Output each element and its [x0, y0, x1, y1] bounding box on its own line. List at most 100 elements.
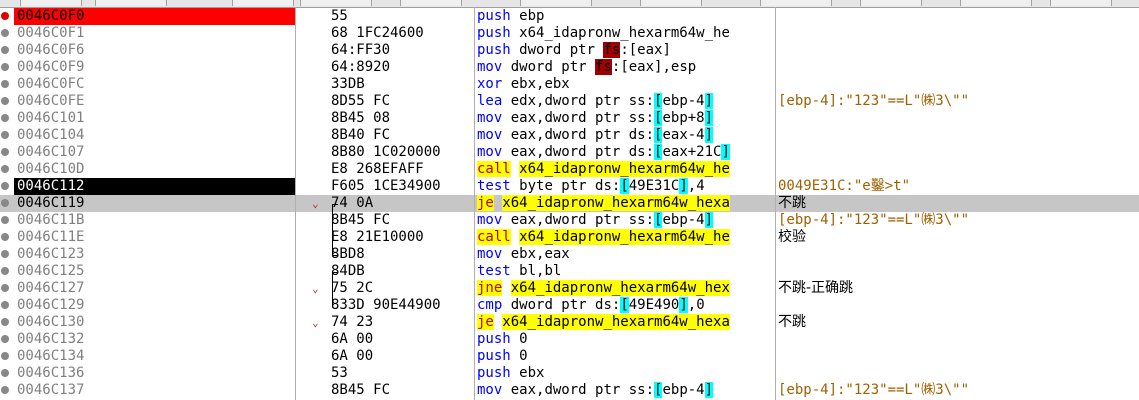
operand: eax,dword ptr ss:: [510, 382, 655, 398]
bytes-cell: 8B45 08: [331, 110, 391, 126]
breakpoint-gutter[interactable]: [0, 195, 14, 212]
operand: ebp-4: [662, 93, 705, 109]
breakpoint-gutter[interactable]: [0, 297, 14, 314]
breakpoint-dot-icon[interactable]: [1, 165, 9, 173]
breakpoint-dot-icon[interactable]: [1, 267, 9, 275]
breakpoint-gutter[interactable]: [0, 25, 14, 42]
breakpoint-dot-icon[interactable]: [1, 182, 9, 190]
mnemonic: push: [477, 331, 511, 347]
bytes-cell: 6A 00: [331, 331, 374, 347]
disassembly-view[interactable]: 0046C0F0 55 push ebp 0046C0F1 68 1FC24600 pus…: [0, 0, 1139, 400]
breakpoint-dot-icon[interactable]: [1, 216, 9, 224]
table-row[interactable]: 0046C104 8B40 FC mov eax,dword ptr ds:[eax…: [0, 127, 1139, 144]
address-cell: 0046C0F9: [17, 59, 85, 75]
table-row[interactable]: 0046C127 ⌄ 75 2C jne x64_idapronw_hexarm64w…: [0, 280, 1139, 297]
table-row[interactable]: 0046C11B 8B45 FC mov eax,dword ptr ss:[ebp…: [0, 212, 1139, 229]
disassembly-cell: push 0: [477, 331, 773, 348]
breakpoint-gutter[interactable]: [0, 212, 14, 229]
breakpoint-dot-icon[interactable]: [1, 114, 9, 122]
table-row[interactable]: 0046C134 6A 00 push 0: [0, 348, 1139, 365]
breakpoint-gutter[interactable]: [0, 127, 14, 144]
breakpoint-gutter[interactable]: [0, 161, 14, 178]
breakpoint-gutter[interactable]: [0, 246, 14, 263]
bytes-cell: 8D55 FC: [331, 93, 391, 109]
breakpoint-gutter[interactable]: [0, 314, 14, 331]
operand: eax+21C: [662, 144, 722, 160]
breakpoint-dot-icon[interactable]: [1, 301, 9, 309]
table-row[interactable]: 0046C11E E8 21E10000 call x64_idapronw_hex…: [0, 229, 1139, 246]
table-row[interactable]: 0046C130 ⌄ 74 23 je x64_idapronw_hexarm64w_…: [0, 314, 1139, 331]
breakpoint-gutter[interactable]: [0, 331, 14, 348]
breakpoint-dot-icon[interactable]: [1, 199, 9, 207]
breakpoint-dot-icon[interactable]: [1, 352, 9, 360]
breakpoint-gutter[interactable]: [0, 42, 14, 59]
breakpoint-gutter[interactable]: [0, 8, 14, 25]
table-row[interactable]: 0046C132 6A 00 push 0: [0, 331, 1139, 348]
table-row[interactable]: 0046C0F1 68 1FC24600 push x64_idapronw_hex…: [0, 25, 1139, 42]
breakpoint-gutter[interactable]: [0, 93, 14, 110]
bytes-cell: 53: [331, 365, 348, 381]
table-row[interactable]: 0046C0FC 33DB xor ebx,ebx: [0, 76, 1139, 93]
breakpoint-icon[interactable]: [1, 12, 9, 20]
breakpoint-gutter[interactable]: [0, 263, 14, 280]
operand: x64_idapronw_hexarm64w_he: [519, 161, 730, 177]
mnemonic: push: [477, 42, 511, 58]
address-cell: 0046C11E: [17, 229, 85, 245]
operand: :[eax],esp: [611, 59, 697, 75]
disassembly-cell: push 0: [477, 348, 773, 365]
disassembly-cell: mov eax,dword ptr ss:[ebp-4]: [477, 382, 773, 399]
breakpoint-gutter[interactable]: [0, 59, 14, 76]
breakpoint-gutter[interactable]: [0, 76, 14, 93]
table-row[interactable]: 0046C0F0 55 push ebp: [0, 8, 1139, 25]
operand: ]: [704, 212, 714, 228]
bytes-cell: 8B45 FC: [331, 382, 391, 398]
table-row[interactable]: 0046C0F9 64:8920 mov dword ptr fs:[eax],es…: [0, 59, 1139, 76]
operand: ebx,eax: [510, 246, 570, 262]
table-row[interactable]: 0046C0FE 8D55 FC lea edx,dword ptr ss:[ebp…: [0, 93, 1139, 110]
address-cell: 0046C0F0: [14, 8, 295, 25]
operand: 49E490: [628, 297, 680, 313]
comment-cell: 不跳: [778, 314, 806, 330]
breakpoint-gutter[interactable]: [0, 144, 14, 161]
table-row[interactable]: 0046C107 8B80 1C020000 mov eax,dword ptr d…: [0, 144, 1139, 161]
mnemonic: mov: [477, 110, 503, 126]
breakpoint-dot-icon[interactable]: [1, 386, 9, 394]
table-row[interactable]: 0046C101 8B45 08 mov eax,dword ptr ss:[ebp…: [0, 110, 1139, 127]
table-row[interactable]: 0046C0F6 64:FF30 push dword ptr fs:[eax]: [0, 42, 1139, 59]
breakpoint-gutter[interactable]: [0, 348, 14, 365]
breakpoint-dot-icon[interactable]: [1, 97, 9, 105]
table-row[interactable]: 0046C125 84DB test bl,bl: [0, 263, 1139, 280]
table-row[interactable]: 0046C10D E8 268EFAFF call x64_idapronw_hex…: [0, 161, 1139, 178]
comment-cell: [ebp-4]:"123"==L"㈱3\"": [778, 212, 970, 228]
breakpoint-dot-icon[interactable]: [1, 148, 9, 156]
breakpoint-dot-icon[interactable]: [1, 369, 9, 377]
breakpoint-dot-icon[interactable]: [1, 250, 9, 258]
address-cell: 0046C0F1: [17, 25, 85, 41]
breakpoint-dot-icon[interactable]: [1, 318, 9, 326]
breakpoint-dot-icon[interactable]: [1, 284, 9, 292]
breakpoint-dot-icon[interactable]: [1, 63, 9, 71]
table-row[interactable]: 0046C123 8BD8 mov ebx,eax: [0, 246, 1139, 263]
breakpoint-gutter[interactable]: [0, 178, 14, 195]
operand: x64_idapronw_hexarm64w_hexa: [502, 314, 730, 330]
table-row[interactable]: 0046C129 833D 90E44900 cmp dword ptr ds:[4…: [0, 297, 1139, 314]
breakpoint-gutter[interactable]: [0, 110, 14, 127]
breakpoint-gutter[interactable]: [0, 280, 14, 297]
breakpoint-gutter[interactable]: [0, 382, 14, 399]
bytes-cell: 6A 00: [331, 348, 374, 364]
mnemonic: lea: [477, 93, 503, 109]
breakpoint-dot-icon[interactable]: [1, 80, 9, 88]
table-row[interactable]: 0046C137 8B45 FC mov eax,dword ptr ss:[ebp…: [0, 382, 1139, 399]
table-row[interactable]: 0046C119 ⌄ 74 0A je x64_idapronw_hexarm64w_…: [0, 195, 1139, 212]
breakpoint-gutter[interactable]: [0, 229, 14, 246]
table-row[interactable]: 0046C112 F605 1CE34900 test byte ptr ds:[4…: [0, 178, 1139, 195]
table-row[interactable]: 0046C136 53 push ebx: [0, 365, 1139, 382]
mnemonic: mov: [477, 144, 503, 160]
breakpoint-dot-icon[interactable]: [1, 335, 9, 343]
breakpoint-dot-icon[interactable]: [1, 131, 9, 139]
breakpoint-dot-icon[interactable]: [1, 233, 9, 241]
mnemonic: push: [477, 348, 511, 364]
breakpoint-gutter[interactable]: [0, 365, 14, 382]
breakpoint-dot-icon[interactable]: [1, 46, 9, 54]
breakpoint-dot-icon[interactable]: [1, 29, 9, 37]
